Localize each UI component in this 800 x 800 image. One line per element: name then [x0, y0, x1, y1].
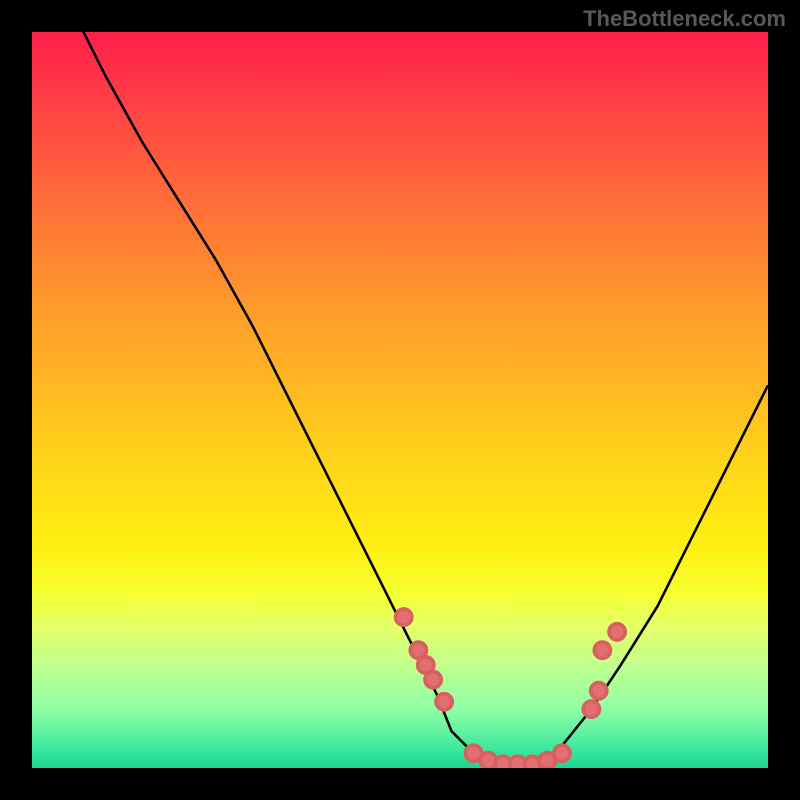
- bottleneck-curve: [32, 32, 768, 768]
- data-point: [583, 701, 599, 717]
- watermark-text: TheBottleneck.com: [583, 6, 786, 32]
- chart-frame: TheBottleneck.com: [0, 0, 800, 800]
- data-points: [396, 609, 626, 768]
- data-point: [594, 642, 610, 658]
- data-point: [591, 683, 607, 699]
- data-point: [396, 609, 412, 625]
- data-point: [425, 672, 441, 688]
- chart-svg: [32, 32, 768, 768]
- data-point: [609, 624, 625, 640]
- plot-area: [32, 32, 768, 768]
- data-point: [436, 694, 452, 710]
- data-point: [554, 745, 570, 761]
